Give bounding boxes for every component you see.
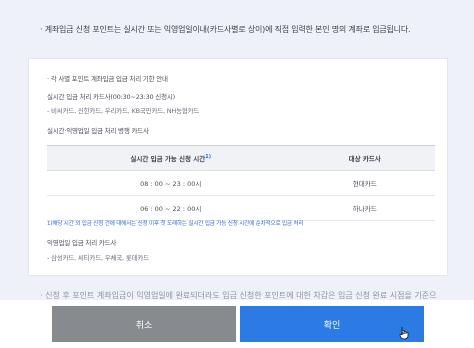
column-header-card: 대상 카드사 [294, 145, 435, 171]
hand-cursor-icon [399, 327, 409, 340]
table-header-row: 실시간 입금 가능 신청 시간1) 대상 카드사 [47, 145, 435, 171]
deadline-title: · 각 사별 포인트 계좌입금 입금 처리 기한 안내 [47, 75, 168, 83]
deadline-info-box: · 각 사별 포인트 계좌입금 입금 처리 기한 안내 실시간 입금 처리 카드… [28, 58, 448, 276]
confirm-button[interactable]: 확인 [240, 306, 424, 342]
next-day-heading: 익영업일 입금 처리 카드사 [47, 239, 117, 247]
top-notice-text: · 계좌입금 신청 포인트는 실시간 또는 익영업일이내(카드사별로 상이)에 … [40, 25, 411, 34]
table-cell-card: 하나카드 [294, 195, 435, 221]
realtime-card-list: - 비씨카드, 신한카드, 우리카드, KB국민카드, NH농협카드 [47, 107, 200, 115]
table-cell-time: 06 : 00 ~ 22 : 00시 [47, 195, 295, 221]
table-cell-card: 현대카드 [294, 170, 435, 196]
table-cell-time: 08 : 00 ~ 23 : 00시 [47, 170, 295, 196]
table-row: 06 : 00 ~ 22 : 00시 하나카드 [47, 195, 435, 221]
next-day-card-list: - 삼성카드, 씨티카드, 우체국, 롯데카드 [47, 254, 149, 262]
realtime-heading: 실시간 입금 처리 카드사(00:30~23:30 신청시) [47, 93, 175, 101]
footnote-mark: 1) [205, 153, 212, 160]
bottom-notice-text: · 신청 후 포인트 계좌입금이 익영업일에 완료되더라도 입금 신청한 포인트… [40, 291, 437, 300]
table-row: 08 : 00 ~ 23 : 00시 현대카드 [47, 170, 435, 196]
footnote-text: 1)해당 시간 외 입금 신청 건에 대해서는 신청 이후 첫 도래하는 실시간… [47, 221, 304, 227]
notice-panel: · 계좌입금 신청 포인트는 실시간 또는 익영업일이내(카드사별로 상이)에 … [0, 0, 474, 300]
mixed-heading: 실시간·익영업일 입금 처리 병행 카드사 [47, 127, 149, 135]
realtime-schedule-table: 실시간 입금 가능 신청 시간1) 대상 카드사 08 : 00 ~ 23 : … [47, 145, 435, 221]
cancel-button[interactable]: 취소 [52, 306, 236, 342]
column-header-time: 실시간 입금 가능 신청 시간1) [47, 145, 295, 171]
